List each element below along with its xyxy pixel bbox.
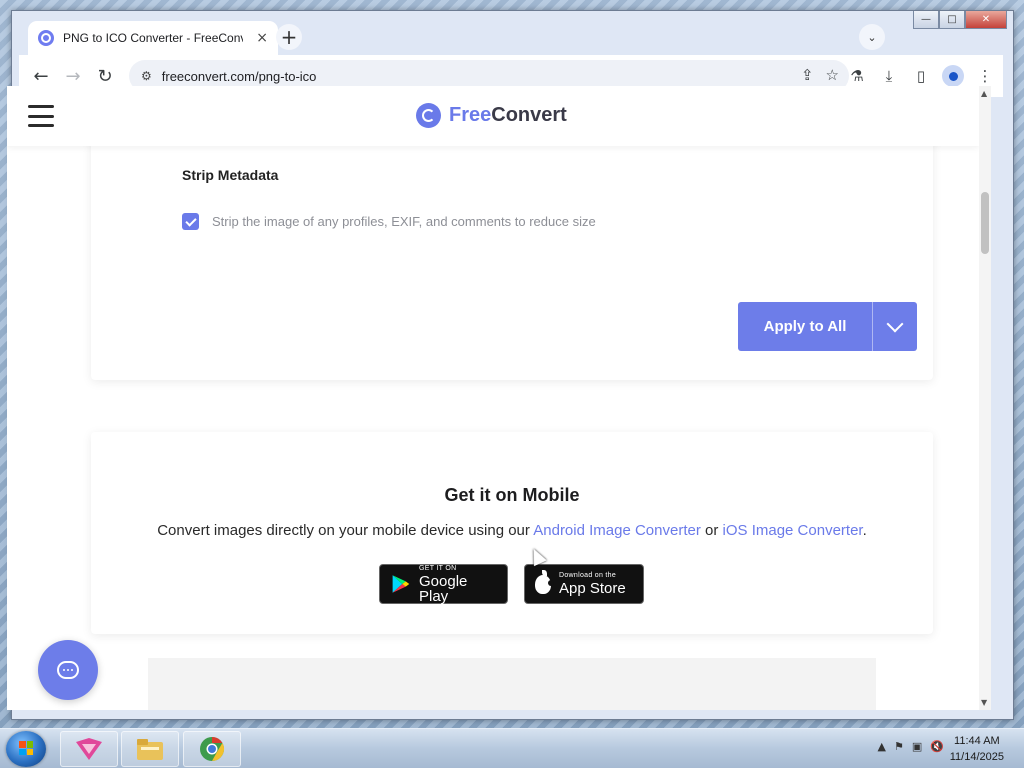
windows-taskbar: ▲ ⚑ ▣ 🔇 11:44 AM 11/14/2025 [0, 728, 1024, 768]
window-controls: — □ ✕ [913, 11, 1007, 31]
strip-metadata-label[interactable]: Strip the image of any profiles, EXIF, a… [212, 214, 596, 229]
tab-close-icon[interactable]: × [256, 30, 268, 46]
site-info-icon[interactable]: ⚙ [141, 69, 152, 83]
clock-date: 11/14/2025 [949, 751, 1004, 763]
chat-icon [57, 661, 79, 679]
pink-app-icon [76, 738, 102, 760]
google-play-big-text: Google Play [419, 572, 468, 605]
advanced-settings-card: Strip Metadata Strip the image of any pr… [91, 126, 933, 380]
scroll-up-arrow-icon[interactable]: ▲ [981, 89, 987, 98]
taskbar-explorer-button[interactable] [121, 731, 179, 767]
google-play-small-text: GET IT ON [419, 564, 457, 572]
share-icon[interactable]: ⇪ [801, 66, 814, 84]
ios-converter-link[interactable]: iOS Image Converter [723, 522, 863, 539]
folder-icon [137, 739, 163, 760]
android-converter-link[interactable]: Android Image Converter [533, 522, 701, 539]
chrome-icon [200, 737, 225, 761]
app-store-small-text: Download on the [559, 572, 617, 579]
taskbar-app-icon[interactable] [60, 731, 118, 767]
start-button[interactable] [6, 731, 46, 767]
taskbar-chrome-button[interactable] [183, 731, 241, 767]
brand-logo[interactable]: FreeConvert [416, 103, 567, 128]
network-icon[interactable]: ▣ [912, 740, 922, 753]
bookmark-star-icon[interactable]: ☆ [826, 66, 839, 84]
windows-flag-icon [19, 741, 33, 755]
minimize-button[interactable]: — [913, 11, 939, 29]
apply-to-all-label[interactable]: Apply to All [738, 318, 872, 335]
brand-convert-text: Convert [491, 104, 567, 126]
scrollbar-thumb[interactable] [981, 192, 989, 254]
show-hidden-icons-icon[interactable]: ▲ [878, 740, 886, 753]
tab-title: PNG to ICO Converter - FreeConvert [63, 31, 243, 45]
mobile-title: Get it on Mobile [444, 485, 580, 505]
chat-support-button[interactable] [38, 640, 98, 700]
volume-muted-icon[interactable]: 🔇 [930, 740, 944, 753]
system-clock[interactable]: 11:44 AM 11/14/2025 [950, 733, 1004, 765]
mobile-desc-prefix: Convert images directly on your mobile d… [157, 522, 534, 539]
site-header: FreeConvert [7, 86, 979, 146]
ad-placeholder [148, 658, 876, 710]
new-tab-button[interactable]: + [276, 24, 302, 50]
page-scrollbar[interactable]: ▲ ▼ [979, 86, 991, 710]
tab-active[interactable]: PNG to ICO Converter - FreeConvert × [28, 21, 278, 55]
action-center-flag-icon[interactable]: ⚑ [894, 740, 904, 753]
apple-icon [535, 569, 554, 594]
brand-free-text: Free [449, 104, 492, 126]
google-play-button[interactable]: GET IT ON Google Play [379, 564, 508, 604]
maximize-button[interactable]: □ [939, 11, 965, 29]
app-store-button[interactable]: Download on the App Store [524, 564, 644, 604]
clock-time: 11:44 AM [954, 735, 1000, 747]
favicon-icon [38, 30, 54, 46]
hamburger-menu-icon[interactable] [28, 105, 54, 127]
system-tray: ▲ ⚑ ▣ 🔇 [878, 740, 944, 753]
chevron-down-icon[interactable] [873, 324, 917, 330]
tab-search-button[interactable]: ⌄ [859, 24, 885, 50]
strip-metadata-checkbox[interactable] [182, 213, 199, 230]
mobile-apps-card: Get it on Mobile Convert images directly… [91, 432, 933, 634]
page-viewport: FreeConvert Strip Metadata Strip the ima… [7, 86, 979, 710]
url-text: freeconvert.com/png-to-ico [161, 68, 317, 84]
mobile-description: Convert images directly on your mobile d… [91, 522, 933, 539]
mobile-desc-suffix: . [862, 522, 867, 539]
app-store-big-text: App Store [559, 580, 626, 597]
apply-to-all-button[interactable]: Apply to All [738, 302, 917, 351]
mobile-desc-or: or [700, 522, 723, 539]
scroll-down-arrow-icon[interactable]: ▼ [981, 698, 987, 707]
strip-metadata-title: Strip Metadata [182, 167, 279, 183]
google-play-icon [392, 575, 410, 593]
tab-strip: PNG to ICO Converter - FreeConvert × + ⌄… [12, 11, 1013, 57]
freeconvert-logo-icon [416, 103, 441, 128]
close-button[interactable]: ✕ [965, 11, 1007, 29]
